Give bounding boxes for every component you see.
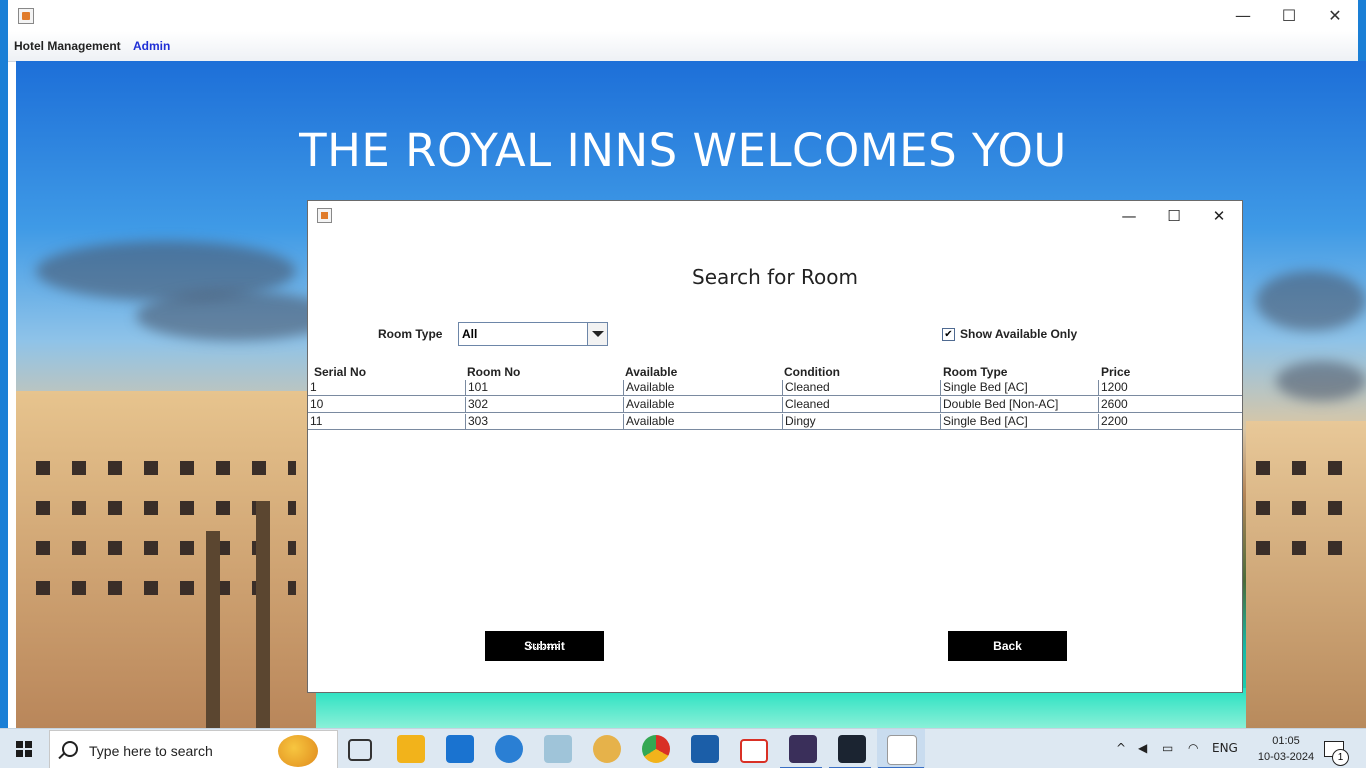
volume-icon[interactable]: ◀ [1138,741,1147,755]
cell-available[interactable]: Available [623,380,781,395]
back-button[interactable]: Back [948,631,1067,661]
java-app-icon [18,8,34,24]
java-dialog-icon [317,208,332,223]
cell-available[interactable]: Available [623,397,781,412]
language-indicator[interactable]: ENG [1212,741,1238,755]
notification-count-badge: 1 [1332,749,1349,766]
app-minimize-button[interactable]: — [1220,0,1266,31]
room-type-combobox[interactable]: All [458,322,608,346]
clock-date: 10-03-2024 [1257,751,1315,763]
menu-hotel-management[interactable]: Hotel Management [14,39,121,53]
paint-icon[interactable] [593,735,621,763]
welcome-banner: THE ROYAL INNS WELCOMES YOU [299,124,1067,177]
app-icon[interactable] [789,735,817,763]
header-room-type[interactable]: Room Type [943,365,1007,379]
cell-room-type[interactable]: Double Bed [Non-AC] [940,397,1098,412]
cell-condition[interactable]: Dingy [782,414,940,429]
tray-chevron-up-icon[interactable]: ^ [1116,741,1126,755]
cell-room-type[interactable]: Single Bed [AC] [940,414,1098,429]
clock[interactable]: 01:05 10-03-2024 [1256,733,1316,765]
header-condition[interactable]: Condition [784,365,840,379]
dialog-maximize-button[interactable]: ☐ [1151,201,1197,231]
rooms-table: Serial No Room No Available Condition Ro… [308,363,1242,430]
cell-room-no[interactable]: 101 [465,380,623,395]
show-available-label[interactable]: Show Available Only [960,327,1077,341]
clock-time: 01:05 [1272,735,1300,747]
network-app-icon[interactable] [691,735,719,763]
cell-price[interactable]: 1200 [1098,380,1241,395]
file-explorer-icon[interactable] [397,735,425,763]
app-maximize-button[interactable]: ☐ [1266,0,1312,31]
menu-bar: Hotel Management Admin [8,31,1358,62]
cell-condition[interactable]: Cleaned [782,397,940,412]
header-serial-no[interactable]: Serial No [314,365,366,379]
dialog-title: Search for Room [692,265,858,289]
wifi-icon[interactable]: ◠ [1188,741,1198,755]
cell-available[interactable]: Available [623,414,781,429]
app-titlebar[interactable]: — ☐ ✕ [8,0,1358,31]
search-highlight-icon [278,735,318,767]
chrome-icon[interactable] [642,735,670,763]
table-row[interactable]: 10 302 Available Cleaned Double Bed [Non… [308,396,1242,413]
cell-room-no[interactable]: 302 [465,397,623,412]
task-view-icon[interactable] [348,739,372,761]
mail-icon[interactable] [446,735,474,763]
show-available-checkbox[interactable]: ✔ [942,328,955,341]
gmail-icon[interactable] [740,739,768,763]
room-type-selected: All [462,327,478,341]
submit-button[interactable]: Submit [485,631,604,661]
java-icon[interactable] [887,735,917,765]
cell-condition[interactable]: Cleaned [782,380,940,395]
notes-icon[interactable] [544,735,572,763]
search-room-dialog: — ☐ ✕ Search for Room Room Type All ✔ Sh… [307,200,1243,693]
cell-price[interactable]: 2200 [1098,414,1241,429]
cell-serial-no[interactable]: 1 [308,380,465,395]
windows-logo-icon [16,741,32,757]
windows-taskbar: Type here to search ^ ◀ ▭ ◠ ENG 01:05 10… [0,728,1366,768]
table-row[interactable]: 11 303 Available Dingy Single Bed [AC] 2… [308,413,1242,430]
header-available[interactable]: Available [625,365,677,379]
start-button[interactable] [0,729,48,768]
menu-admin[interactable]: Admin [133,39,170,53]
room-type-label: Room Type [378,327,443,341]
submit-button-label: Submit [524,639,565,653]
battery-icon[interactable]: ▭ [1162,741,1173,755]
taskbar-search-box[interactable]: Type here to search [49,730,338,768]
table-header: Serial No Room No Available Condition Ro… [308,363,1242,379]
header-price[interactable]: Price [1101,365,1130,379]
cell-room-type[interactable]: Single Bed [AC] [940,380,1098,395]
search-icon [62,741,78,757]
cell-serial-no[interactable]: 10 [308,397,465,412]
cell-serial-no[interactable]: 11 [308,414,465,429]
mysql-workbench-icon[interactable] [838,735,866,763]
cell-price[interactable]: 2600 [1098,397,1241,412]
search-placeholder: Type here to search [89,743,213,759]
edge-browser-icon[interactable] [495,735,523,763]
cell-room-no[interactable]: 303 [465,414,623,429]
app-close-button[interactable]: ✕ [1312,0,1358,31]
dialog-close-button[interactable]: ✕ [1196,201,1242,231]
table-row[interactable]: 1 101 Available Cleaned Single Bed [AC] … [308,379,1242,396]
chevron-down-icon[interactable] [587,323,607,345]
header-room-no[interactable]: Room No [467,365,520,379]
dialog-minimize-button[interactable]: — [1106,201,1152,231]
